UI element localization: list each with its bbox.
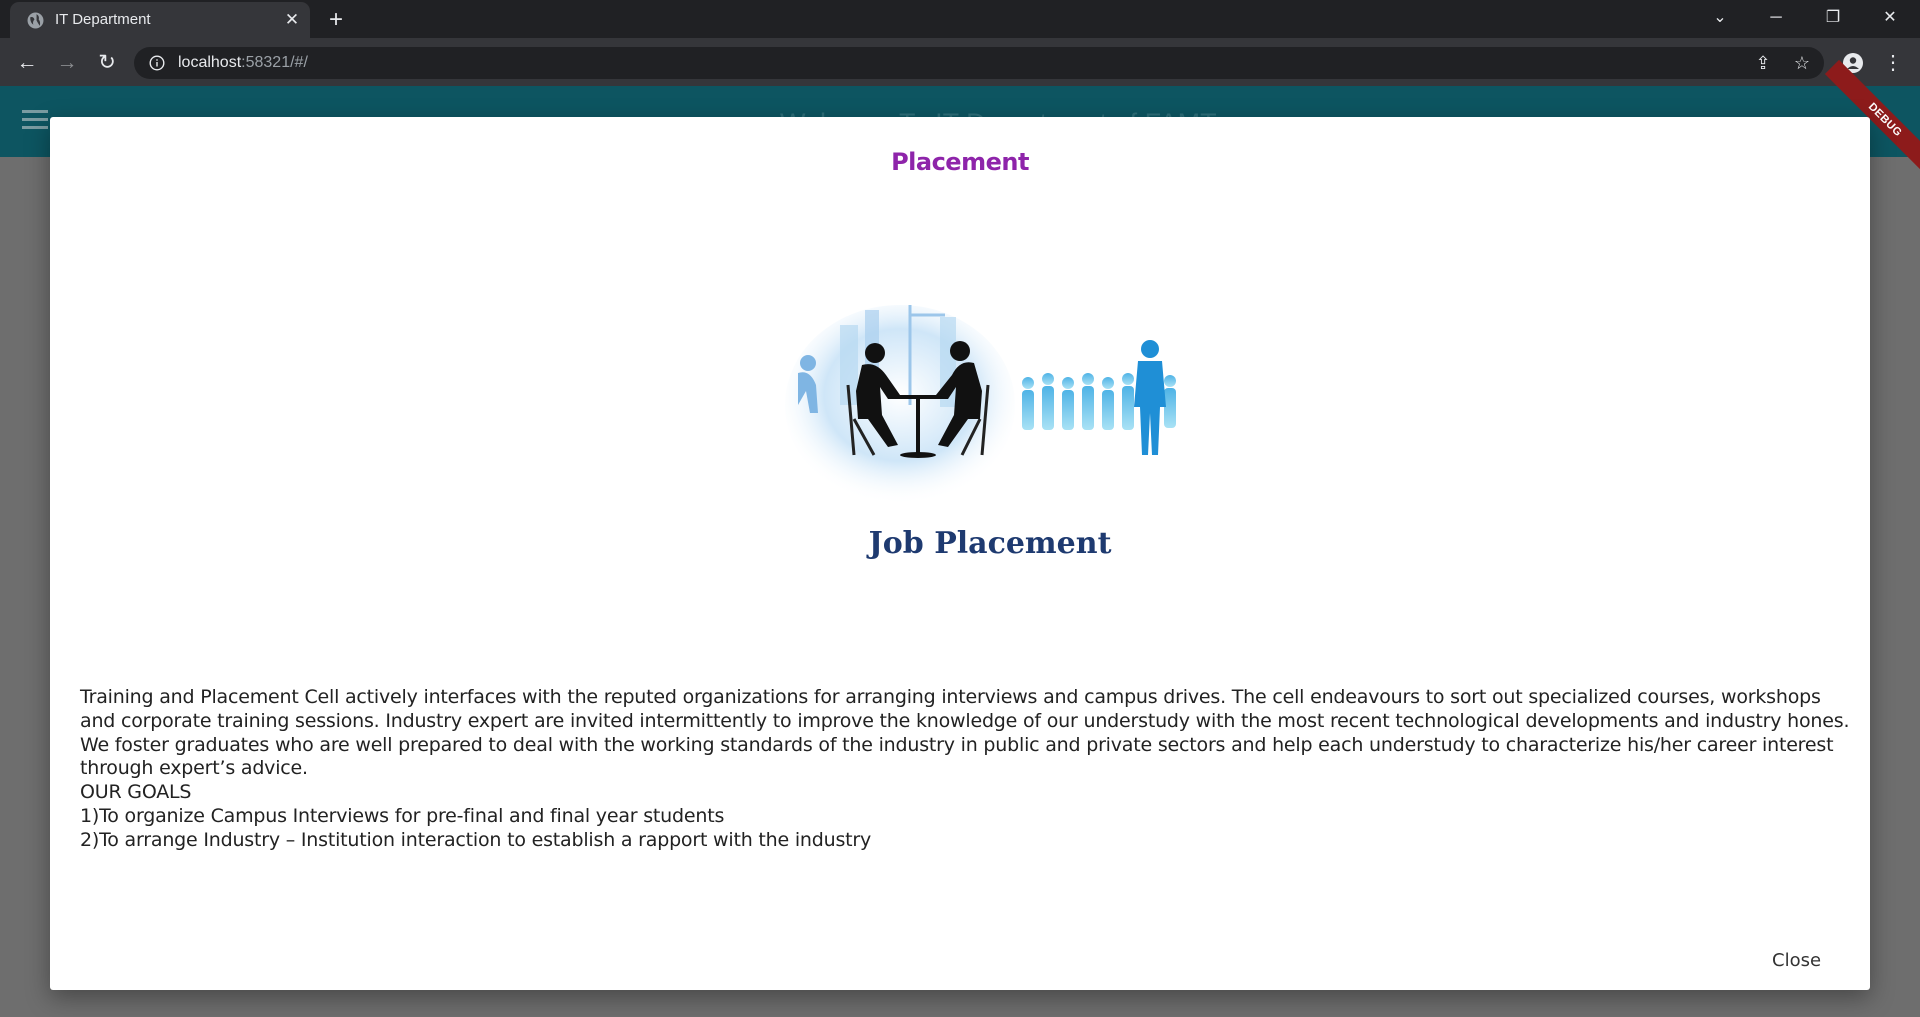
minimize-icon[interactable]: ─ [1756,4,1796,32]
placement-dialog: Placement Job Placement Training and Pla… [50,117,1870,990]
goal-item: 1)To organize Campus Interviews for pre-… [80,804,725,827]
reload-icon[interactable]: ↻ [92,48,122,78]
new-tab-icon[interactable]: + [322,6,350,34]
image-caption: Job Placement [866,526,1112,561]
hamburger-menu-icon[interactable] [22,110,48,130]
job-placement-illustration: Job Placement [785,305,1176,561]
tab-title: IT Department [55,11,151,28]
description-paragraph: Training and Placement Cell actively int… [80,686,1850,780]
dialog-title: Placement [891,148,1029,176]
globe-icon [27,12,44,29]
close-window-icon[interactable]: ✕ [1870,4,1910,32]
placement-description: Training and Placement Cell actively int… [80,686,1860,853]
forward-icon[interactable]: → [52,48,82,78]
tab-search-icon[interactable]: ⌄ [1700,4,1740,32]
browser-tab[interactable]: IT Department ✕ [10,2,310,38]
address-bar[interactable]: localhost:58321/#/ ⇪ ☆ [134,47,1824,79]
more-menu-icon[interactable]: ⋮ [1878,48,1908,78]
back-icon[interactable]: ← [12,48,42,78]
close-tab-icon[interactable]: ✕ [282,10,302,30]
url-path: :58321/#/ [241,54,308,71]
url-host: localhost [178,54,242,71]
goal-item: 2)To arrange Industry – Institution inte… [80,828,872,851]
close-button[interactable]: Close [1772,950,1821,971]
browser-toolbar: ← → ↻ localhost:58321/#/ ⇪ ☆ ⋮ [0,38,1920,86]
goals-heading: OUR GOALS [80,781,192,804]
restore-icon[interactable]: ❐ [1813,4,1853,32]
info-icon[interactable] [149,55,165,71]
browser-titlebar: IT Department ✕ + ⌄ ─ ❐ ✕ [0,0,1920,38]
url-text: localhost:58321/#/ [178,54,308,72]
share-icon[interactable]: ⇪ [1752,52,1774,74]
bookmark-star-icon[interactable]: ☆ [1791,52,1813,74]
